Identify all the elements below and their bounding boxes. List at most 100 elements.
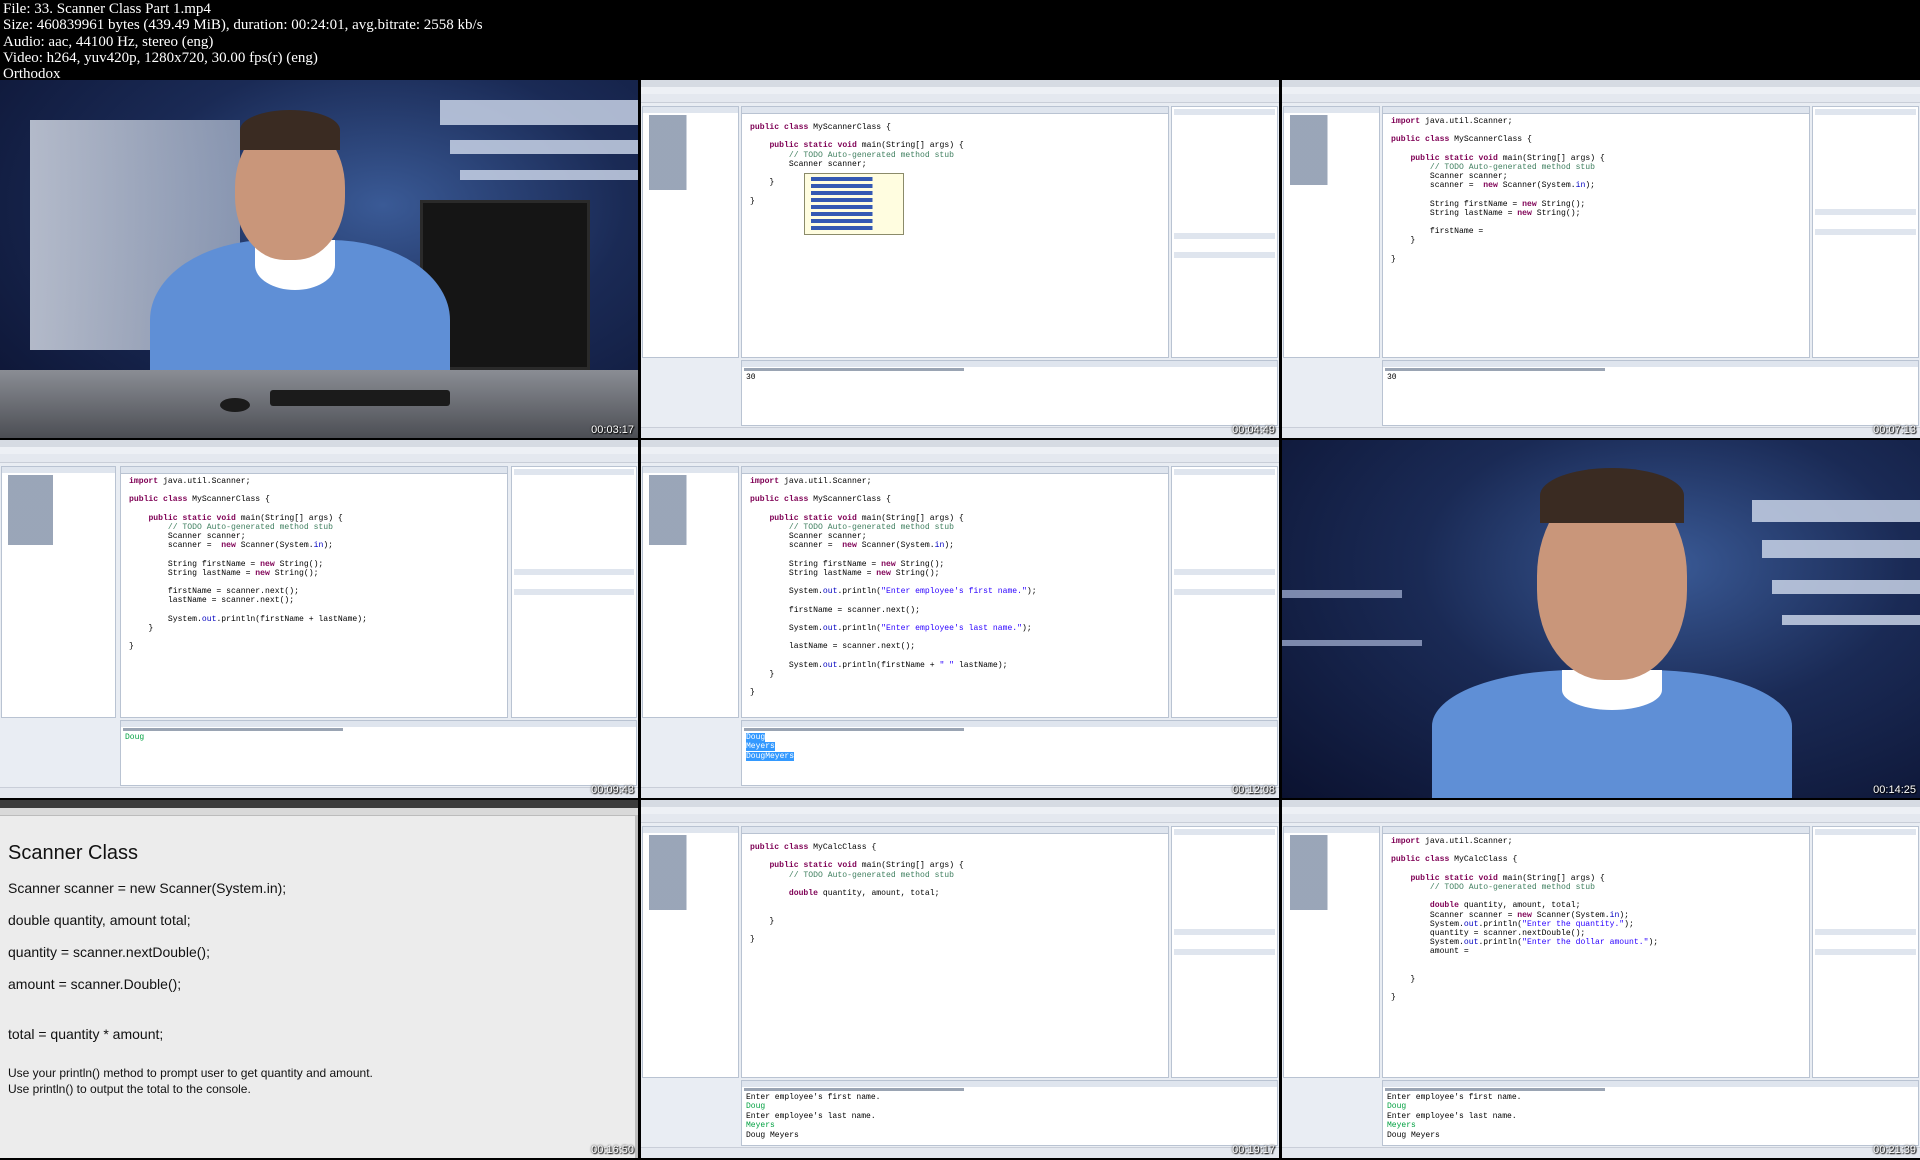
code-editor[interactable]: public class MyScannerClass { public sta… — [741, 106, 1169, 358]
timestamp: 00:21:39 — [1873, 1144, 1916, 1156]
project-explorer — [1283, 106, 1380, 358]
console-output: Doug — [121, 733, 636, 742]
code-line: } — [750, 916, 775, 926]
slide-title: Scanner Class — [8, 842, 139, 864]
console: 30 — [741, 360, 1278, 426]
quick-fix-popup[interactable] — [804, 173, 904, 235]
code-line: // TODO Auto-generated method stub — [788, 870, 954, 880]
code-editor[interactable]: import java.util.Scanner; public class M… — [120, 466, 508, 718]
code-line: } — [1391, 993, 1396, 1003]
console: Doug Meyers DougMeyers — [741, 720, 1278, 786]
code-line: Scanner scanner; — [750, 532, 867, 542]
thumbnail-6: 00:14:25 — [1282, 440, 1920, 798]
code-line: String firstName = new String(); — [129, 559, 324, 569]
code-line: public static void main(String[] args) { — [1410, 873, 1605, 883]
thumbnail-4: import java.util.Scanner; public class M… — [0, 440, 638, 798]
code-line: // TODO Auto-generated method stub — [1429, 162, 1595, 172]
code-editor[interactable]: public class MyCalcClass { public static… — [741, 826, 1169, 1078]
code-line: } — [129, 624, 154, 633]
code-line: firstName = scanner.next(); — [129, 587, 299, 597]
console-line: Meyers — [1387, 1121, 1416, 1131]
code-editor[interactable]: import java.util.Scanner; public class M… — [1382, 826, 1810, 1078]
slide-line: Scanner scanner = new Scanner(System.in)… — [8, 880, 287, 896]
code-line: // TODO Auto-generated method stub — [788, 522, 954, 532]
code-line: } — [1391, 254, 1396, 264]
code-line: public class MyCalcClass { — [750, 843, 877, 852]
code-line: amount = — [1391, 947, 1469, 957]
code-line: firstName = — [1391, 227, 1484, 237]
code-line: import java.util.Scanner; — [1391, 117, 1513, 126]
console-output: 30 — [742, 373, 1277, 382]
console-line: Enter employee's first name. — [1387, 1093, 1522, 1102]
code-line: String lastName = new String(); — [129, 568, 319, 578]
code-editor[interactable]: import java.util.Scanner; public class M… — [741, 466, 1169, 718]
outline-panel — [1171, 466, 1278, 718]
outline-panel — [1812, 826, 1919, 1078]
code-line: public class MyScannerClass { — [129, 495, 270, 505]
project-explorer — [1283, 826, 1380, 1078]
console-line: Enter employee's last name. — [746, 1111, 876, 1121]
code: import java.util.Scanner; public class M… — [1383, 117, 1809, 264]
slide-note: Use println() to output the total to the… — [8, 1082, 251, 1096]
timestamp: 00:09:43 — [591, 784, 634, 796]
thumbnail-9: import java.util.Scanner; public class M… — [1282, 800, 1920, 1158]
code-line: public class MyCalcClass { — [1391, 855, 1518, 865]
thumbnail-5: import java.util.Scanner; public class M… — [641, 440, 1279, 798]
code-editor[interactable]: import java.util.Scanner; public class M… — [1382, 106, 1810, 358]
code-line: String firstName = new String(); — [750, 559, 945, 569]
outline-panel — [1171, 826, 1278, 1078]
code-line: System.out.println(firstName + " " lastN… — [750, 660, 1008, 670]
code-line: } — [129, 642, 134, 652]
console: 30 — [1382, 360, 1919, 426]
slide-note: Use your println() method to prompt user… — [8, 1066, 373, 1080]
project-explorer — [642, 466, 739, 718]
slide-line: amount = scanner.Double(); — [8, 976, 182, 992]
console-output: Doug Meyers DougMeyers — [742, 733, 1277, 761]
timestamp: 00:16:50 — [591, 1144, 634, 1156]
console-line: Doug — [746, 733, 766, 742]
code-line: import java.util.Scanner; — [1391, 837, 1513, 846]
project-explorer — [642, 826, 739, 1078]
file-info-header: File: 33. Scanner Class Part 1.mp4 Size:… — [0, 0, 1920, 82]
thumbnail-8: public class MyCalcClass { public static… — [641, 800, 1279, 1158]
project-explorer — [642, 106, 739, 358]
scrollbar[interactable] — [635, 816, 638, 1158]
code: import java.util.Scanner; public class M… — [121, 477, 507, 652]
timestamp: 00:07:13 — [1873, 424, 1916, 436]
code-line: } — [750, 934, 755, 944]
code-line: String firstName = new String(); — [1391, 199, 1586, 209]
code-line: String lastName = new String(); — [1391, 208, 1581, 218]
code: import java.util.Scanner; public class M… — [742, 477, 1168, 698]
console-line: DougMeyers — [746, 751, 795, 761]
console: Enter employee's first name. Doug Enter em… — [741, 1080, 1278, 1146]
outline-panel — [1812, 106, 1919, 358]
code-line: } — [1391, 236, 1416, 246]
console-output: Enter employee's first name. Doug Enter em… — [1383, 1093, 1918, 1140]
code-line: public static void main(String[] args) { — [148, 513, 343, 523]
outline-panel — [1171, 106, 1278, 358]
code-line: scanner = new Scanner(System.in); — [129, 541, 334, 551]
code: public class MyCalcClass { public static… — [742, 843, 1168, 944]
code-line: public static void main(String[] args) { — [769, 513, 964, 523]
code-line: public static void main(String[] args) { — [769, 141, 964, 151]
console-line: Doug — [1387, 1102, 1407, 1112]
console-line: Enter employee's first name. — [746, 1093, 881, 1102]
browser-address-bar[interactable] — [0, 808, 638, 816]
console-line: 30 — [1387, 373, 1397, 382]
code-line: double quantity, amount, total; — [788, 888, 940, 898]
code-line: // TODO Auto-generated method stub — [1429, 882, 1595, 892]
code-line: // TODO Auto-generated method stub — [167, 522, 333, 532]
thumbnail-7: Scanner Class Scanner scanner = new Scan… — [0, 800, 638, 1158]
